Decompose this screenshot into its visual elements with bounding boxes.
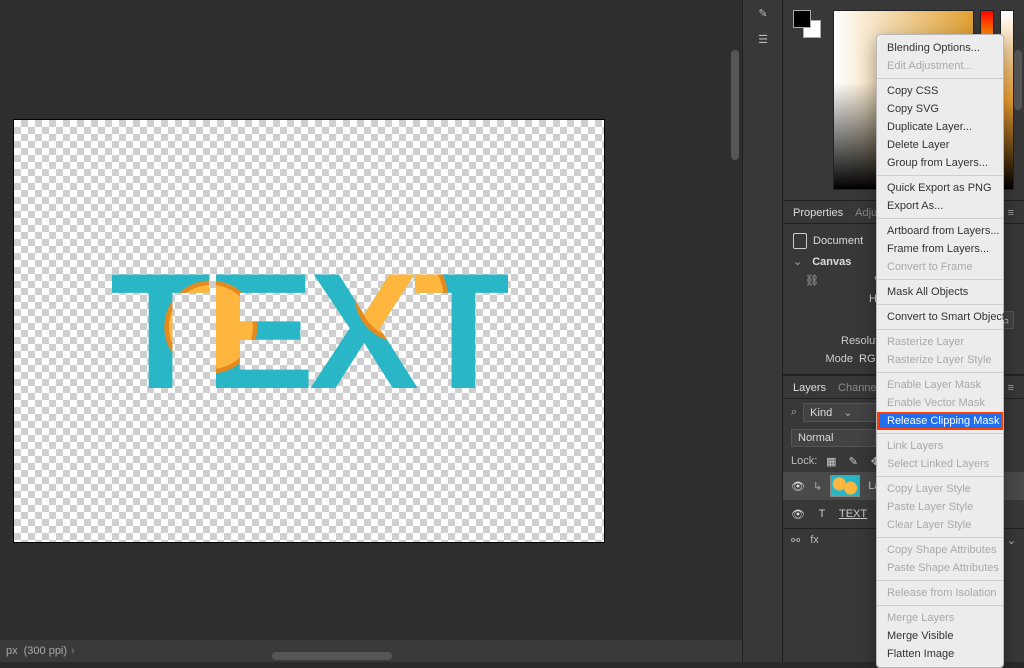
menu-item-enable-vector-mask: Enable Vector Mask bbox=[877, 394, 1003, 412]
lock-label: Lock: bbox=[791, 455, 817, 467]
menu-item-duplicate-layer[interactable]: Duplicate Layer... bbox=[877, 118, 1003, 136]
layer-fx-button[interactable]: fx bbox=[810, 534, 819, 547]
canvas[interactable]: TEXT bbox=[14, 120, 604, 542]
chevron-right-icon[interactable]: › bbox=[71, 645, 75, 657]
menu-item-group-from-layers[interactable]: Group from Layers... bbox=[877, 154, 1003, 172]
document-icon bbox=[793, 233, 807, 249]
menu-item-copy-layer-style: Copy Layer Style bbox=[877, 480, 1003, 498]
menu-item-copy-css[interactable]: Copy CSS bbox=[877, 82, 1003, 100]
menu-item-quick-export-as-png[interactable]: Quick Export as PNG bbox=[877, 179, 1003, 197]
canvas-vertical-scrollbar[interactable] bbox=[730, 0, 740, 640]
panel-scrollbar-thumb[interactable] bbox=[1014, 50, 1022, 110]
status-bar: px (300 ppi) › bbox=[0, 640, 742, 662]
link-icon[interactable]: ⛓ bbox=[805, 274, 819, 287]
menu-item-export-as[interactable]: Export As... bbox=[877, 197, 1003, 215]
filter-kind-select[interactable]: Kind ⌄ bbox=[803, 403, 887, 422]
blend-mode-select[interactable]: Normal bbox=[791, 429, 876, 447]
menu-item-edit-adjustment: Edit Adjustment... bbox=[877, 57, 1003, 75]
canvas-stage: TEXT bbox=[0, 0, 742, 640]
menu-item-delete-layer[interactable]: Delete Layer bbox=[877, 136, 1003, 154]
right-tool-rail: ✎ ☰ bbox=[742, 0, 782, 662]
menu-item-convert-to-frame: Convert to Frame bbox=[877, 258, 1003, 276]
menu-item-flatten-image[interactable]: Flatten Image bbox=[877, 645, 1003, 663]
menu-item-artboard-from-layers[interactable]: Artboard from Layers... bbox=[877, 222, 1003, 240]
menu-item-select-linked-layers: Select Linked Layers bbox=[877, 455, 1003, 473]
menu-item-copy-svg[interactable]: Copy SVG bbox=[877, 100, 1003, 118]
menu-item-link-layers: Link Layers bbox=[877, 437, 1003, 455]
menu-item-paste-layer-style: Paste Layer Style bbox=[877, 498, 1003, 516]
clipping-indicator-icon: ↳ bbox=[813, 480, 822, 493]
menu-item-paste-shape-attributes: Paste Shape Attributes bbox=[877, 559, 1003, 577]
status-zoom[interactable]: px bbox=[6, 645, 18, 657]
canvas-section-label: Canvas bbox=[812, 256, 851, 268]
menu-item-enable-layer-mask: Enable Layer Mask bbox=[877, 376, 1003, 394]
search-icon: ⌕ bbox=[791, 406, 797, 419]
section-caret-icon[interactable]: ⌄ bbox=[793, 255, 802, 268]
blend-mode-value: Normal bbox=[798, 432, 833, 444]
canvas-horizontal-scrollbar[interactable] bbox=[272, 652, 392, 660]
menu-item-convert-to-smart-object[interactable]: Convert to Smart Object bbox=[877, 308, 1003, 326]
filter-kind-label: Kind bbox=[810, 407, 832, 419]
menu-item-frame-from-layers[interactable]: Frame from Layers... bbox=[877, 240, 1003, 258]
sliders-icon[interactable]: ☰ bbox=[743, 26, 783, 52]
visibility-icon[interactable]: 👁 bbox=[791, 508, 805, 521]
menu-item-mask-all-objects[interactable]: Mask All Objects bbox=[877, 283, 1003, 301]
brush-icon[interactable]: ✎ bbox=[743, 0, 783, 26]
lock-brush-icon[interactable]: ✎ bbox=[845, 453, 861, 469]
lock-transparency-icon[interactable]: ▦ bbox=[823, 453, 839, 469]
layer-thumbnail[interactable] bbox=[830, 475, 860, 497]
tab-layers[interactable]: Layers bbox=[793, 382, 826, 394]
status-ppi[interactable]: (300 ppi) bbox=[24, 645, 67, 657]
text-layer-icon: T bbox=[813, 508, 831, 520]
chevron-down-icon: ⌄ bbox=[843, 407, 852, 419]
menu-item-blending-options[interactable]: Blending Options... bbox=[877, 39, 1003, 57]
menu-item-copy-shape-attributes: Copy Shape Attributes bbox=[877, 541, 1003, 559]
visibility-icon[interactable]: 👁 bbox=[791, 480, 805, 493]
menu-item-release-from-isolation: Release from Isolation bbox=[877, 584, 1003, 602]
mode-label: Mode bbox=[793, 353, 853, 365]
menu-item-rasterize-layer: Rasterize Layer bbox=[877, 333, 1003, 351]
canvas-text-layer: TEXT bbox=[110, 249, 508, 414]
foreground-background-swatch[interactable] bbox=[793, 10, 821, 38]
canvas-scrollbar-thumb[interactable] bbox=[731, 50, 739, 160]
foreground-color-swatch[interactable] bbox=[793, 10, 811, 28]
menu-item-merge-visible[interactable]: Merge Visible bbox=[877, 627, 1003, 645]
tab-properties[interactable]: Properties bbox=[793, 207, 843, 219]
menu-item-merge-layers: Merge Layers bbox=[877, 609, 1003, 627]
link-layers-icon[interactable]: ⚯ bbox=[791, 534, 800, 547]
menu-item-release-clipping-mask[interactable]: Release Clipping Mask bbox=[877, 412, 1003, 430]
height-label: H bbox=[817, 293, 877, 305]
document-type-label: Document bbox=[813, 235, 863, 247]
layer-name[interactable]: TEXT bbox=[839, 508, 867, 520]
menu-item-rasterize-layer-style: Rasterize Layer Style bbox=[877, 351, 1003, 369]
layer-context-menu: Blending Options...Edit Adjustment... Cop… bbox=[876, 34, 1004, 668]
menu-item-clear-layer-style: Clear Layer Style bbox=[877, 516, 1003, 534]
panel-vertical-scrollbar[interactable] bbox=[1014, 0, 1022, 662]
